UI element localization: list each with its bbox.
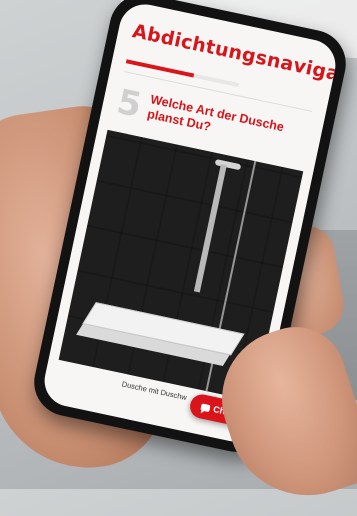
progress-bar [125,59,240,88]
shower-pipe-image [193,164,227,293]
step-number: 5 [113,81,146,126]
progress-bar-fill [125,59,195,78]
shower-head-image [214,158,242,171]
chat-bubble-icon [199,402,211,412]
progress-percent: ​ [312,93,316,109]
